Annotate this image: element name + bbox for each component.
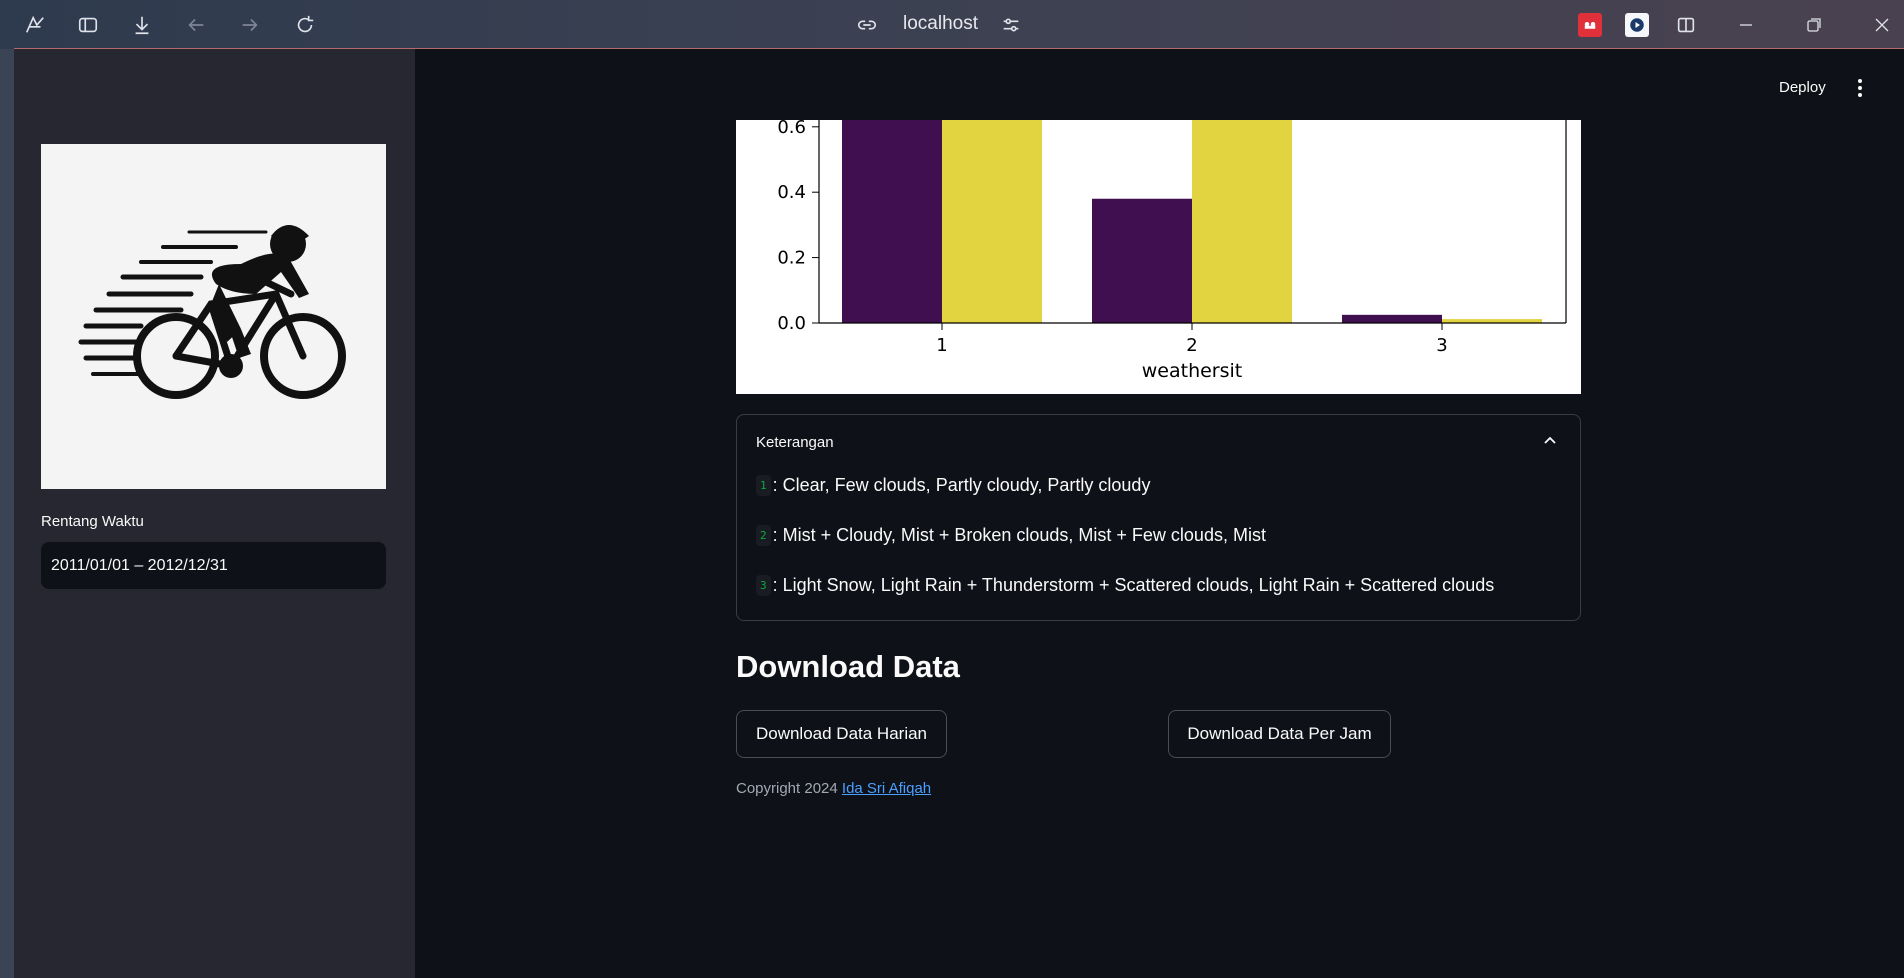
site-settings-icon[interactable] — [996, 10, 1026, 40]
code-badge: 3 — [756, 575, 771, 596]
bar-s2-2 — [1192, 120, 1292, 323]
extension-play-icon[interactable] — [1625, 13, 1649, 37]
weathersit-3-item: 3 : Light Snow, Light Rain + Thunderstor… — [756, 575, 1494, 596]
copyright-footer: Copyright 2024 Ida Sri Afiqah — [736, 780, 931, 797]
y-tick-label: 0.6 — [777, 120, 806, 138]
weathersit-3-text: : Light Snow, Light Rain + Thunderstorm … — [772, 575, 1495, 595]
browser-logo-icon[interactable] — [20, 10, 50, 40]
browser-titlebar: localhost — [0, 0, 1904, 49]
x-tick-label: 1 — [936, 335, 947, 356]
cyclist-logo-image — [41, 144, 386, 489]
download-daily-button[interactable]: Download Data Harian — [736, 710, 947, 758]
x-tick-label: 2 — [1186, 335, 1197, 356]
bar-s1-1 — [842, 120, 942, 323]
y-tick-label: 0.4 — [777, 182, 806, 203]
back-icon[interactable] — [181, 10, 211, 40]
y-tick-label: 0.0 — [777, 313, 806, 334]
weathersit-bar-chart: 0.0 0.2 0.4 0.6 1 2 3 weathersit — [736, 117, 1581, 394]
main-menu-icon[interactable] — [1852, 77, 1868, 99]
download-icon[interactable] — [127, 10, 157, 40]
keterangan-expander[interactable]: Keterangan 1 : Clear, Few clouds, Partly… — [736, 414, 1581, 621]
bar-s1-3 — [1342, 314, 1442, 323]
download-hourly-button[interactable]: Download Data Per Jam — [1168, 710, 1391, 758]
link-icon[interactable] — [852, 10, 882, 40]
code-badge: 1 — [756, 475, 771, 496]
date-range-input[interactable]: 2011/01/01 – 2012/12/31 — [41, 542, 386, 589]
x-tick-label: 3 — [1436, 335, 1447, 356]
bar-s1-2 — [1092, 198, 1192, 323]
weathersit-2-text: : Mist + Cloudy, Mist + Broken clouds, M… — [772, 525, 1266, 545]
minimize-icon[interactable] — [1712, 0, 1780, 49]
sidebar-toggle-icon[interactable] — [73, 10, 103, 40]
author-link[interactable]: Ida Sri Afiqah — [842, 780, 931, 797]
download-heading: Download Data — [736, 649, 960, 684]
forward-icon[interactable] — [235, 10, 265, 40]
deploy-button[interactable]: Deploy — [1779, 79, 1826, 96]
chevron-up-icon[interactable] — [1542, 433, 1558, 449]
x-axis-label: weathersit — [1142, 360, 1243, 382]
main-content: Deploy 0.0 0.2 0.4 0.6 1 2 3 weathersit Keter… — [415, 49, 1904, 978]
y-tick-label: 0.2 — [777, 248, 806, 269]
split-view-icon[interactable] — [1671, 10, 1701, 40]
sidebar: Rentang Waktu 2011/01/01 – 2012/12/31 — [14, 49, 415, 978]
bar-s2-1 — [942, 120, 1042, 323]
expander-title: Keterangan — [756, 434, 834, 451]
extension-red-icon[interactable] — [1578, 13, 1602, 37]
weathersit-1-text: : Clear, Few clouds, Partly cloudy, Part… — [772, 475, 1151, 495]
close-window-icon[interactable] — [1848, 0, 1904, 49]
address-bar-url[interactable]: localhost — [903, 13, 978, 35]
window-left-edge — [0, 49, 14, 978]
chart-svg: 0.0 0.2 0.4 0.6 1 2 3 weathersit — [777, 117, 1567, 382]
reload-icon[interactable] — [290, 10, 320, 40]
copyright-text: Copyright 2024 — [736, 780, 838, 797]
date-range-label: Rentang Waktu — [41, 513, 144, 530]
weathersit-2-item: 2 : Mist + Cloudy, Mist + Broken clouds,… — [756, 525, 1266, 546]
code-badge: 2 — [756, 525, 771, 546]
restore-icon[interactable] — [1780, 0, 1848, 49]
weathersit-1-item: 1 : Clear, Few clouds, Partly cloudy, Pa… — [756, 475, 1150, 496]
